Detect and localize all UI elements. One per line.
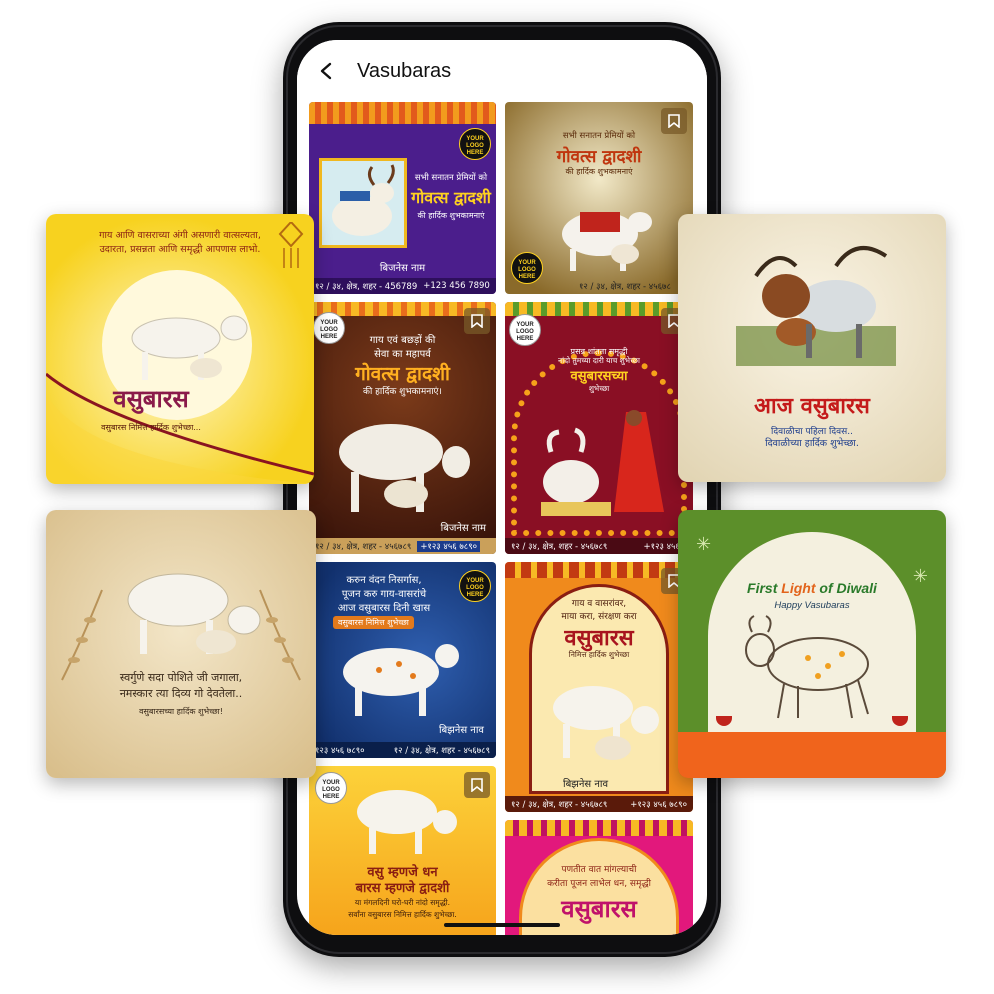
- cow-illustration: [357, 790, 457, 854]
- greeting-line: की हार्दिक शुभकामनाएं।: [363, 387, 442, 397]
- greeting-line: सेवा का महापर्व: [374, 349, 431, 360]
- lantern-icon: [278, 220, 304, 270]
- phone-screen: Vasubaras YOUR LOGO HERE सभी सनातन प्रेम…: [297, 40, 707, 935]
- arrow-left-icon[interactable]: [305, 49, 349, 93]
- greeting-line: की हार्दिक शुभकामनाएं: [417, 211, 485, 220]
- bookmark-icon[interactable]: [464, 308, 490, 334]
- greeting-title: आज वसुबारस: [754, 394, 870, 419]
- greeting-line: वसुबारस निमित्त हार्दिक शुभेच्छा...: [101, 423, 201, 432]
- preview-card-green: ✳ ✳ First Light of Diwali Happy Vasubara…: [678, 510, 946, 778]
- greeting-line: स्वर्गुणे सदा पोशिते जी जगाला,: [119, 671, 243, 684]
- greeting-title: वसुबारस: [561, 895, 637, 923]
- template-tile[interactable]: YOUR LOGO HERE सभी सनातन प्रेमियों को गो…: [309, 102, 496, 294]
- greeting-badge: वसुबारस निमित्त शुभेच्छा: [333, 616, 414, 629]
- preview-card-yellow: गाय आणि वासराच्या अंगी असणारी वात्सल्यता…: [46, 214, 314, 484]
- cow-sketch: [745, 615, 869, 719]
- greeting-line: पणतीत वात मांगल्याची: [561, 865, 637, 875]
- address-text: १२ / ३४, क्षेत्र, शहर - ४५६७८९: [511, 799, 608, 810]
- greeting-title: वसुबारस: [113, 385, 189, 413]
- address-text: १२ / ३४, क्षेत्र, शहर - ४५६७८९: [315, 541, 412, 552]
- contact-footer: १२ / ३४, क्षेत्र, शहर - ४५६७८९ +१२३ ४५६ …: [505, 538, 693, 554]
- greeting-line: पूजन करु गाय-वासरांचे: [341, 589, 427, 600]
- greeting-line: आज वसुबारस दिनी खास: [337, 603, 431, 614]
- phone-text: +१२३ ४५६ ७८९०: [630, 799, 687, 810]
- template-tile[interactable]: YOUR LOGO HERE गाय एवं बछड़ों की सेवा का…: [309, 302, 496, 554]
- logo-placeholder: YOUR LOGO HERE: [459, 570, 491, 602]
- greeting-title: गोवत्स द्वादशी: [556, 147, 642, 167]
- preview-card-cream: स्वर्गुणे सदा पोशिते जी जगाला, नमस्कार त…: [46, 510, 316, 778]
- greeting-line: सर्वांना वसुबारस निमित्त हार्दिक शुभेच्छ…: [348, 910, 457, 919]
- cow-illustration: [562, 212, 652, 271]
- title-part: of Diwali: [815, 580, 877, 596]
- template-grid: YOUR LOGO HERE सभी सनातन प्रेमियों को गो…: [297, 102, 707, 935]
- greeting-line: नांदो तुमच्या दारी याच शुभेच्छा: [558, 356, 640, 365]
- sparkle-icon: ✳: [696, 534, 712, 555]
- business-name: बिझनेस नाव: [438, 725, 484, 736]
- orange-band: [678, 732, 946, 778]
- greeting-line: करुन वंदन निसर्गास,: [346, 575, 422, 586]
- cow-illustration: [319, 158, 407, 248]
- business-name: बिजनेस नाम: [440, 523, 486, 534]
- greeting-line: की हार्दिक शुभकामनाएं: [565, 167, 633, 176]
- address-text: १२ / ३४, क्षेत्र, शहर - ४५६७८: [579, 281, 671, 292]
- logo-placeholder: YOUR LOGO HERE: [509, 314, 541, 346]
- phone-text: +123 456 7890: [423, 281, 490, 291]
- greeting-line: निमित्त हार्दिक शुभेच्छा: [568, 650, 630, 659]
- greeting-line: नमस्कार त्या दिव्य गो देवतेला..: [119, 687, 243, 700]
- stage: Vasubaras YOUR LOGO HERE सभी सनातन प्रेम…: [0, 0, 994, 994]
- greeting-title: वसुबारसच्या: [570, 369, 628, 384]
- greeting-line: गाय आणि वासराच्या अंगी असणारी वात्सल्यता…: [99, 230, 261, 241]
- cow-illustration: [127, 573, 261, 654]
- cow-illustration: [343, 644, 459, 716]
- home-indicator: [444, 923, 560, 927]
- contact-footer: १२ / ३४, क्षेत्र, शहर - 456789 +123 456 …: [309, 278, 496, 294]
- cow-painting: [736, 246, 896, 366]
- logo-placeholder: YOUR LOGO HERE: [315, 772, 347, 804]
- page-title: Vasubaras: [357, 59, 452, 82]
- greeting-title: गोवत्स द्वादशी: [355, 363, 450, 385]
- template-tile[interactable]: YOUR LOGO HERE प्रसन्न शांतता समृद्धी ना…: [505, 302, 693, 554]
- greeting-line: गाय एवं बछड़ों की: [369, 335, 436, 346]
- cow-illustration: [553, 686, 659, 760]
- address-text: १२ / ३४, क्षेत्र, शहर - 456789: [315, 281, 418, 292]
- greeting-line: दिवाळीच्या हार्दिक शुभेच्छा.: [765, 438, 859, 449]
- contact-footer: १२ / ३४, क्षेत्र, शहर - ४५६७८: [505, 278, 693, 294]
- greeting-title: गोवत्स द्वादशी: [411, 188, 491, 207]
- greeting-title: First Light of Diwali: [678, 580, 946, 596]
- business-name: बिजनेस नाम: [379, 263, 426, 274]
- greeting-title: बारस म्हणजे द्वादशी: [355, 881, 450, 896]
- phone-text: १२३ ४५६ ७८९०: [315, 745, 365, 756]
- template-tile[interactable]: YOUR LOGO HERE वसु म्हणजे धन बारस म्हणजे…: [309, 766, 496, 935]
- greeting-line: माया करा, संरक्षण करा: [561, 612, 637, 622]
- greeting-line: शुभेच्छा: [588, 384, 610, 393]
- contact-footer: १२ / ३४, क्षेत्र, शहर - ४५६७८९ +१२३ ४५६ …: [309, 538, 496, 554]
- cow-woman-illustration: [541, 410, 664, 516]
- business-name: बिझनेस नाव: [563, 779, 609, 790]
- phone-text: +१२३ ४५६ ७८९०: [417, 540, 481, 552]
- contact-footer: १२ / ३४, क्षेत्र, शहर - ४५६७८९ +१२३ ४५६ …: [505, 796, 693, 812]
- greeting-line: सभी सनातन प्रेमियों को: [414, 173, 488, 183]
- template-tile[interactable]: गाय व वासरांवर, माया करा, संरक्षण करा वस…: [505, 562, 693, 812]
- logo-placeholder: YOUR LOGO HERE: [459, 128, 491, 160]
- app-bar: Vasubaras: [297, 40, 707, 102]
- greeting-subtitle: Happy Vasubaras: [774, 600, 850, 611]
- greeting-line: या मंगलदिनी घरो-घरी नांदो समृद्धी.: [354, 898, 451, 907]
- bookmark-icon[interactable]: [464, 772, 490, 798]
- title-part: Light: [781, 580, 816, 596]
- title-part: First: [747, 580, 782, 596]
- address-text: १२ / ३४, क्षेत्र, शहर - ४५६७८९: [393, 745, 490, 756]
- template-tile[interactable]: YOUR LOGO HERE करुन वंदन निसर्गास, पूजन …: [309, 562, 496, 758]
- greeting-line: करीता पूजन लाभेल धन, समृद्धी: [547, 879, 651, 889]
- greeting-line: सभी सनातन प्रेमियों को: [562, 131, 636, 141]
- greeting-line: उदारता, प्रसन्नता आणि समृद्धी आपणास लाभो…: [99, 244, 261, 255]
- greeting-title: वसुबारस: [564, 626, 634, 651]
- greeting-line: गाय व वासरांवर,: [571, 599, 627, 609]
- address-text: १२ / ३४, क्षेत्र, शहर - ४५६७८९: [511, 541, 608, 552]
- template-tile[interactable]: सभी सनातन प्रेमियों को गोवत्स द्वादशी की…: [505, 102, 693, 294]
- preview-card-parchment: आज वसुबारस दिवाळीचा पहिला दिवस.. दिवाळीच…: [678, 214, 946, 482]
- greeting-line: वसुबारसच्या हार्दिक शुभेच्छा!: [139, 707, 223, 716]
- contact-footer: १२३ ४५६ ७८९० १२ / ३४, क्षेत्र, शहर - ४५६…: [309, 742, 496, 758]
- cow-illustration: [339, 424, 470, 512]
- template-tile[interactable]: पणतीत वात मांगल्याची करीता पूजन लाभेल धन…: [505, 820, 693, 935]
